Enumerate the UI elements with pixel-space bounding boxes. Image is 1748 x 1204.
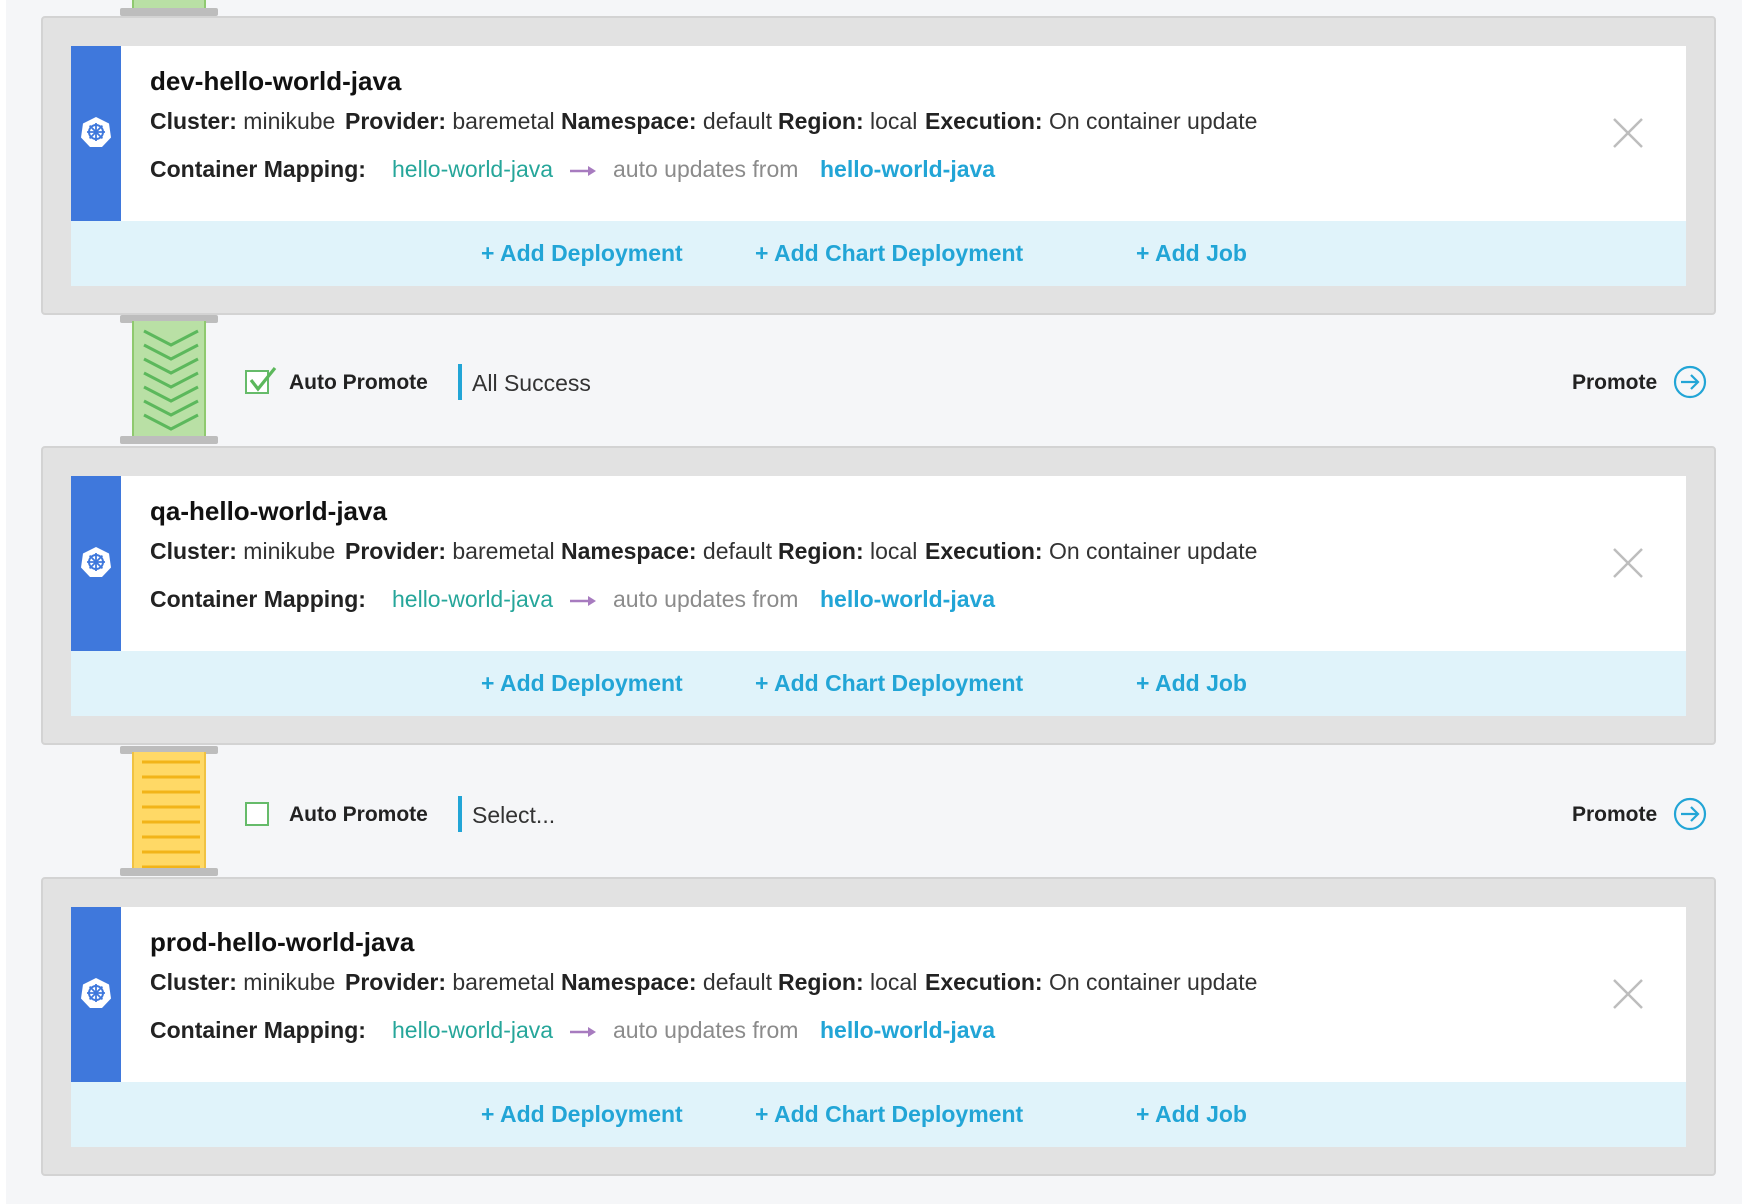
promote-button[interactable]: Promote (1572, 803, 1657, 827)
kubernetes-helm-icon (81, 978, 111, 1008)
arrow-right-icon (570, 1027, 596, 1037)
environment-card: prod-hello-world-java Cluster: minikube … (71, 907, 1686, 1147)
mapping-auto-text: auto updates from (613, 1017, 799, 1043)
provider-value: baremetal (452, 969, 555, 995)
add-deployment-button[interactable]: + Add Deployment (481, 670, 683, 697)
environment-stripe (71, 476, 121, 651)
kubernetes-helm-icon (81, 547, 111, 577)
promotion-condition-select[interactable]: Select... (472, 802, 555, 829)
execution-label: Execution: (925, 969, 1043, 995)
promotion-row-qa-to-prod: Auto Promote Select... Promote (6, 790, 1742, 840)
environment-name: qa-hello-world-java (150, 496, 387, 526)
provider-label: Provider: (345, 538, 446, 564)
namespace-value: default (702, 108, 772, 134)
add-deployment-button[interactable]: + Add Deployment (481, 1101, 683, 1128)
namespace-label: Namespace: (561, 538, 697, 564)
condition-bar (458, 364, 462, 400)
kubernetes-helm-icon (81, 117, 111, 147)
namespace-value: default (702, 969, 772, 995)
region-value: local (870, 538, 918, 564)
execution-value: On container update (1048, 108, 1258, 134)
pipe-cap (120, 8, 218, 16)
mapping-source: hello-world-java (392, 156, 554, 182)
region-label: Region: (778, 108, 864, 134)
execution-value: On container update (1048, 969, 1258, 995)
namespace-value: default (702, 538, 772, 564)
environment-name: prod-hello-world-java (150, 927, 415, 957)
container-mapping-label: Container Mapping: (150, 1017, 366, 1043)
execution-label: Execution: (925, 538, 1043, 564)
close-icon[interactable] (1611, 116, 1645, 150)
mapping-auto-text: auto updates from (613, 586, 799, 612)
environment-name: dev-hello-world-java (150, 66, 402, 96)
promote-arrow-circle-icon[interactable] (1673, 365, 1707, 399)
namespace-label: Namespace: (561, 108, 697, 134)
container-mapping-label: Container Mapping: (150, 156, 366, 182)
pipe-cap (120, 436, 218, 444)
auto-promote-checkbox[interactable] (245, 366, 277, 394)
cluster-value: minikube (243, 108, 336, 134)
environment-panel-prod: prod-hello-world-java Cluster: minikube … (41, 877, 1716, 1176)
close-icon[interactable] (1611, 977, 1645, 1011)
mapping-target-link[interactable]: hello-world-java (820, 1017, 995, 1044)
environment-stripe (71, 907, 121, 1082)
provider-value: baremetal (452, 538, 555, 564)
mapping-source: hello-world-java (392, 1017, 554, 1043)
action-bar: + Add Deployment + Add Chart Deployment … (71, 651, 1686, 716)
add-job-button[interactable]: + Add Job (1136, 240, 1247, 267)
promotion-row-dev-to-qa: Auto Promote All Success Promote (6, 358, 1742, 408)
arrow-right-icon (570, 166, 596, 176)
namespace-label: Namespace: (561, 969, 697, 995)
execution-value: On container update (1048, 538, 1258, 564)
environment-stripe (71, 46, 121, 221)
cluster-value: minikube (243, 969, 336, 995)
promote-arrow-circle-icon[interactable] (1673, 797, 1707, 831)
region-label: Region: (778, 538, 864, 564)
mapping-source: hello-world-java (392, 586, 554, 612)
add-chart-deployment-button[interactable]: + Add Chart Deployment (755, 1101, 1023, 1128)
provider-label: Provider: (345, 108, 446, 134)
environment-card: dev-hello-world-java Cluster: minikube P… (71, 46, 1686, 286)
pipeline-canvas: dev-hello-world-java Cluster: minikube P… (6, 0, 1742, 1204)
cluster-label: Cluster: (150, 538, 237, 564)
container-mapping-label: Container Mapping: (150, 586, 366, 612)
action-bar: + Add Deployment + Add Chart Deployment … (71, 221, 1686, 286)
add-chart-deployment-button[interactable]: + Add Chart Deployment (755, 240, 1023, 267)
mapping-target-link[interactable]: hello-world-java (820, 156, 995, 183)
cluster-label: Cluster: (150, 108, 237, 134)
checkmark-icon (249, 366, 277, 392)
region-value: local (870, 969, 918, 995)
provider-value: baremetal (452, 108, 555, 134)
auto-promote-label: Auto Promote (289, 803, 428, 826)
environment-card: qa-hello-world-java Cluster: minikube Pr… (71, 476, 1686, 716)
add-job-button[interactable]: + Add Job (1136, 670, 1247, 697)
execution-label: Execution: (925, 108, 1043, 134)
region-value: local (870, 108, 918, 134)
promotion-condition-select[interactable]: All Success (472, 370, 591, 397)
promote-button[interactable]: Promote (1572, 371, 1657, 395)
cluster-value: minikube (243, 538, 336, 564)
provider-label: Provider: (345, 969, 446, 995)
region-label: Region: (778, 969, 864, 995)
cluster-label: Cluster: (150, 969, 237, 995)
add-job-button[interactable]: + Add Job (1136, 1101, 1247, 1128)
arrow-right-icon (570, 596, 596, 606)
environment-panel-qa: qa-hello-world-java Cluster: minikube Pr… (41, 446, 1716, 745)
action-bar: + Add Deployment + Add Chart Deployment … (71, 1082, 1686, 1147)
auto-promote-label: Auto Promote (289, 371, 428, 394)
add-deployment-button[interactable]: + Add Deployment (481, 240, 683, 267)
pipe-cap (120, 868, 218, 876)
mapping-auto-text: auto updates from (613, 156, 799, 182)
add-chart-deployment-button[interactable]: + Add Chart Deployment (755, 670, 1023, 697)
environment-panel-dev: dev-hello-world-java Cluster: minikube P… (41, 16, 1716, 315)
auto-promote-checkbox[interactable] (245, 802, 269, 826)
condition-bar (458, 796, 462, 832)
mapping-target-link[interactable]: hello-world-java (820, 586, 995, 613)
close-icon[interactable] (1611, 546, 1645, 580)
